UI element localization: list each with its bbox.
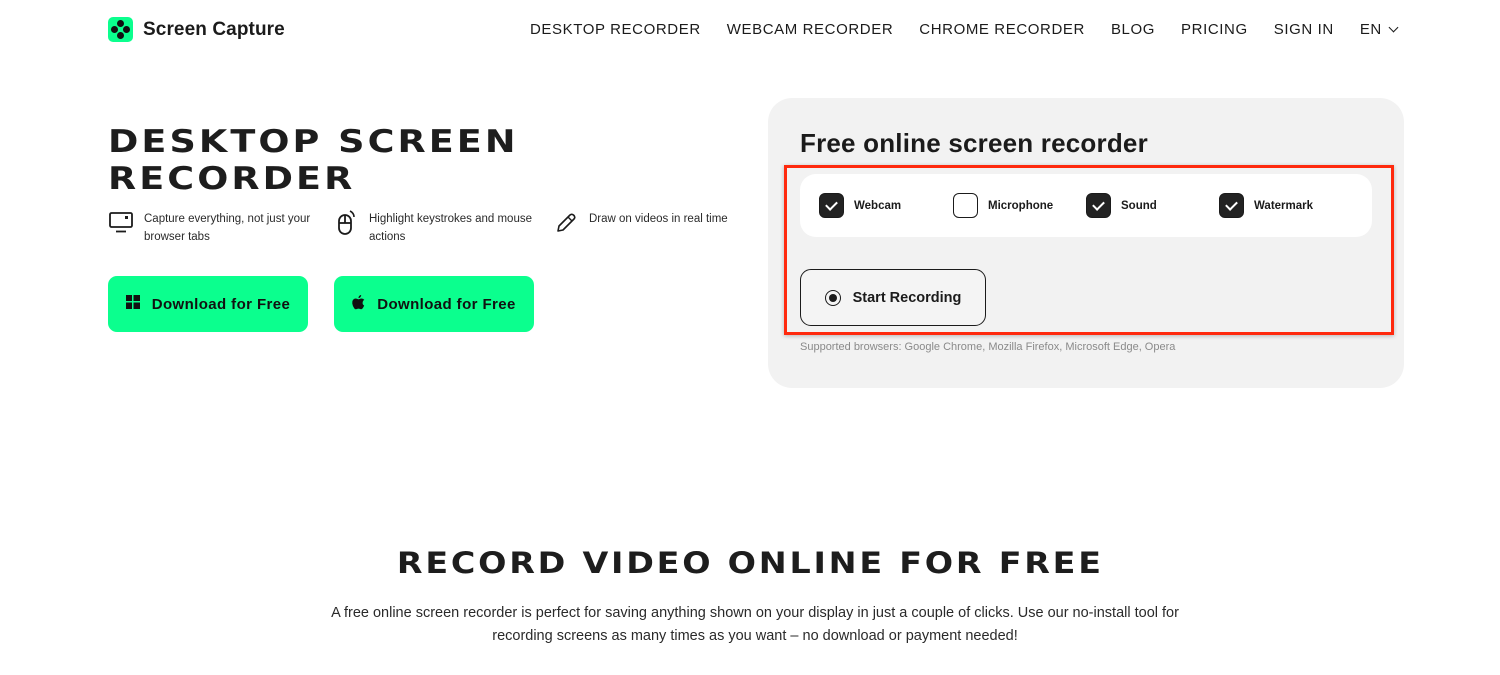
recorder-card: Free online screen recorder Webcam Micro… xyxy=(768,98,1404,388)
nav-blog[interactable]: BLOG xyxy=(1111,21,1155,38)
pencil-icon xyxy=(553,210,579,236)
logo-text: Screen Capture xyxy=(143,18,285,40)
feature-text: Capture everything, not just your browse… xyxy=(144,213,311,243)
site-header: Screen Capture DESKTOP RECORDER WEBCAM R… xyxy=(0,0,1500,60)
checkbox-unchecked-icon[interactable] xyxy=(953,193,978,218)
microphone-checkbox[interactable]: Microphone xyxy=(953,193,1053,218)
language-label: EN xyxy=(1359,21,1382,38)
main-nav: DESKTOP RECORDER WEBCAM RECORDER CHROME … xyxy=(530,21,1399,38)
recorder-options: Webcam Microphone Sound Watermark xyxy=(800,174,1372,237)
monitor-icon xyxy=(108,210,134,236)
hero-title-line2: RECORDER xyxy=(108,161,356,197)
apple-icon xyxy=(352,294,365,314)
logo-link[interactable]: Screen Capture xyxy=(108,17,285,42)
mouse-icon xyxy=(333,210,359,236)
feature-item: Draw on videos in real time xyxy=(553,210,728,246)
download-mac-label: Download for Free xyxy=(377,295,516,313)
hero-title: DESKTOP SCREEN RECORDER xyxy=(108,124,519,198)
hero-title-line1: DESKTOP SCREEN xyxy=(108,124,519,160)
nav-sign-in[interactable]: SIGN IN xyxy=(1274,21,1334,38)
feature-list: Capture everything, not just your browse… xyxy=(108,210,728,246)
windows-icon xyxy=(125,295,140,313)
download-windows-label: Download for Free xyxy=(151,295,291,313)
option-label: Sound xyxy=(1121,199,1157,212)
record-icon xyxy=(824,289,841,306)
language-selector[interactable]: EN xyxy=(1359,21,1399,38)
option-label: Watermark xyxy=(1254,199,1314,212)
checkbox-checked-icon[interactable] xyxy=(1219,193,1244,218)
download-windows-button[interactable]: Download for Free xyxy=(108,276,308,332)
checkbox-checked-icon[interactable] xyxy=(1086,193,1111,218)
nav-pricing[interactable]: PRICING xyxy=(1181,21,1248,38)
checkbox-checked-icon[interactable] xyxy=(819,193,844,218)
feature-text: Highlight keystrokes and mouse actions xyxy=(369,213,532,243)
section-description: A free online screen recorder is perfect… xyxy=(331,605,1179,644)
feature-item: Highlight keystrokes and mouse actions xyxy=(333,210,553,246)
sound-checkbox[interactable]: Sound xyxy=(1086,193,1157,218)
option-label: Microphone xyxy=(988,199,1054,212)
feature-text: Draw on videos in real time xyxy=(589,213,728,225)
nav-webcam-recorder[interactable]: WEBCAM RECORDER xyxy=(727,21,894,38)
recorder-title: Free online screen recorder xyxy=(800,128,1148,158)
nav-chrome-recorder[interactable]: CHROME RECORDER xyxy=(919,21,1085,38)
watermark-checkbox[interactable]: Watermark xyxy=(1219,193,1313,218)
download-mac-button[interactable]: Download for Free xyxy=(334,276,534,332)
chevron-down-icon xyxy=(1388,22,1399,33)
nav-desktop-recorder[interactable]: DESKTOP RECORDER xyxy=(530,21,701,38)
supported-browsers-text: Supported browsers: Google Chrome, Mozil… xyxy=(800,341,1176,353)
feature-item: Capture everything, not just your browse… xyxy=(108,210,333,246)
start-recording-button[interactable]: Start Recording xyxy=(800,269,986,326)
section-title-text: RECORD VIDEO ONLINE FOR FREE xyxy=(396,546,1104,580)
screen-capture-logo-icon xyxy=(108,17,133,42)
webcam-checkbox[interactable]: Webcam xyxy=(819,193,901,218)
start-recording-label: Start Recording xyxy=(852,289,962,306)
option-label: Webcam xyxy=(854,199,902,212)
section-title: RECORD VIDEO ONLINE FOR FREE xyxy=(0,546,1500,580)
